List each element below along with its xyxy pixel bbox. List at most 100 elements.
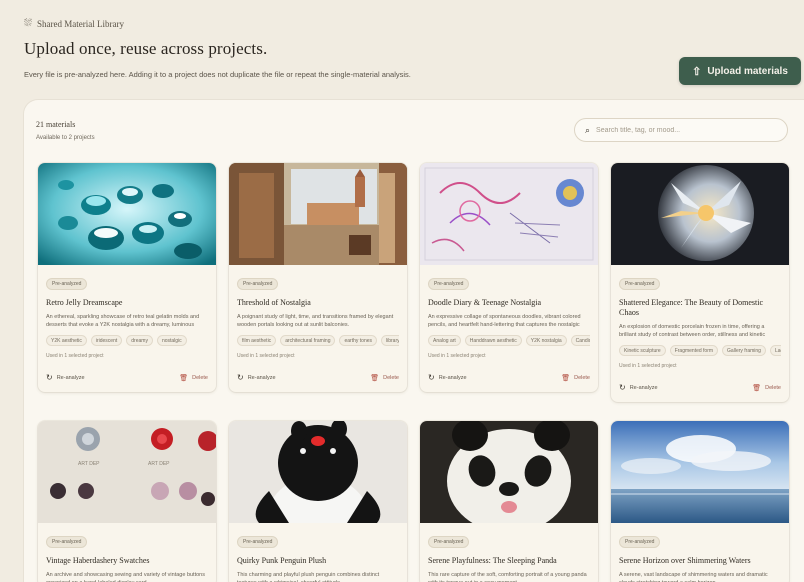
used-in-label: Used in 1 selected project — [428, 353, 486, 359]
search-input[interactable] — [596, 126, 767, 134]
tag: Lacquer — [769, 345, 781, 356]
tag: Handdrawn aesthetic — [464, 335, 522, 346]
status-badge: Pre-analyzed — [619, 278, 661, 290]
upload-icon: ⇧ — [692, 65, 702, 78]
search-box[interactable]: ⌕ — [574, 118, 788, 142]
search-icon: ⌕ — [585, 124, 591, 135]
tag: Fragmented form — [669, 345, 719, 356]
tag: earthy tones — [339, 335, 378, 346]
card-title: Quirky Punk Penguin Plush — [237, 556, 327, 565]
library-icon: ⛆ — [24, 18, 32, 29]
reanalyze-label: Re-analyze — [438, 374, 467, 381]
card-title: Doodle Diary & Teenage Nostalgia — [428, 298, 542, 307]
tag: iridescent — [90, 335, 123, 346]
material-card[interactable]: Pre-analyzed Retro Jelly Dreamscape An e… — [38, 163, 216, 392]
card-actions: ↻ Re-analyze 🗑 Delete — [237, 373, 399, 392]
upload-button-label: Upload materials — [707, 65, 788, 77]
card-description: A serene, vast landscape of shimmering w… — [619, 572, 768, 582]
tag: architectural framing — [280, 335, 336, 346]
status-badge: Pre-analyzed — [428, 278, 470, 290]
trash-icon: 🗑 — [752, 384, 762, 392]
material-card[interactable]: Pre-analyzed Shattered Elegance: The Bea… — [611, 163, 789, 402]
card-description: An expressive collage of spontaneous doo… — [428, 314, 581, 328]
page-title: Upload once, reuse across projects. — [24, 39, 268, 58]
reanalyze-label: Re-analyze — [629, 384, 658, 391]
refresh-icon: ↻ — [237, 373, 244, 382]
tag: Y2K nostalgia — [525, 335, 567, 346]
delete-button[interactable]: 🗑 Delete — [561, 374, 590, 382]
page-description: Every file is pre-analyzed here. Adding … — [24, 70, 411, 79]
svg-text:ART DEP: ART DEP — [148, 461, 170, 467]
delete-button[interactable]: 🗑 Delete — [179, 374, 208, 382]
refresh-icon: ↻ — [619, 383, 626, 392]
card-description: This rare capture of the soft, comfortin… — [428, 572, 587, 582]
trash-icon: 🗑 — [561, 374, 571, 382]
delete-button[interactable]: 🗑 Delete — [370, 374, 399, 382]
status-badge: Pre-analyzed — [237, 536, 279, 548]
tag: Analog art — [428, 335, 461, 346]
page-header: ⛆ Shared Material Library Upload once, r… — [24, 18, 624, 80]
eyebrow: ⛆ Shared Material Library — [24, 18, 624, 29]
material-card[interactable]: Pre-analyzed Serene Horizon over Shimmer… — [611, 421, 789, 582]
status-badge: Pre-analyzed — [428, 536, 470, 548]
card-description: An ethereal, sparkling showcase of retro… — [46, 314, 200, 328]
tag-list: Kinetic sculpture Fragmented form Galler… — [619, 345, 781, 356]
card-description: An explosion of domestic porcelain froze… — [619, 324, 766, 338]
tag: film aesthetic — [237, 335, 277, 346]
tag: Gallery framing — [722, 345, 766, 356]
reanalyze-label: Re-analyze — [247, 374, 276, 381]
card-actions: ↻ Re-analyze 🗑 Delete — [46, 373, 208, 392]
card-title: Serene Playfulness: The Sleeping Panda — [428, 556, 557, 565]
used-in-label: Used in 1 selected project — [237, 353, 295, 359]
used-in-label: Used in 1 selected project — [619, 363, 677, 369]
card-title: Vintage Haberdashery Swatches — [46, 556, 150, 565]
material-card[interactable]: Pre-analyzed Doodle Diary & Teenage Nost… — [420, 163, 598, 392]
delete-label: Delete — [765, 384, 781, 391]
tag: dreamy — [126, 335, 153, 346]
svg-text:ART DEP: ART DEP — [78, 461, 100, 467]
card-title: Retro Jelly Dreamscape — [46, 298, 123, 307]
material-card[interactable]: Pre-analyzed Quirky Punk Penguin Plush T… — [229, 421, 407, 582]
card-title: Serene Horizon over Shimmering Waters — [619, 556, 751, 565]
material-card[interactable]: Pre-analyzed Serene Playfulness: The Sle… — [420, 421, 598, 582]
reanalyze-button[interactable]: ↻ Re-analyze — [237, 373, 276, 382]
material-card[interactable]: ART DEP ART DEP Pre-analyzed Vintage Hab… — [38, 421, 216, 582]
delete-label: Delete — [383, 374, 399, 381]
status-badge: Pre-analyzed — [46, 278, 88, 290]
card-actions: ↻ Re-analyze 🗑 Delete — [619, 383, 781, 402]
tag-list: Y2K aesthetic iridescent dreamy nostalgi… — [46, 335, 208, 346]
card-thumbnail — [229, 421, 407, 523]
used-in-label: Used in 1 selected project — [46, 353, 104, 359]
card-title: Threshold of Nostalgia — [237, 298, 311, 307]
delete-label: Delete — [192, 374, 208, 381]
reanalyze-button[interactable]: ↻ Re-analyze — [428, 373, 467, 382]
materials-count: 21 materials — [36, 120, 76, 129]
tag: Y2K aesthetic — [46, 335, 87, 346]
tag-list: film aesthetic architectural framing ear… — [237, 335, 399, 346]
card-thumbnail — [229, 163, 407, 265]
upload-materials-button[interactable]: ⇧ Upload materials — [679, 57, 801, 85]
card-title: Shattered Elegance: The Beauty of Domest… — [619, 298, 764, 317]
card-description: This charming and playful plush penguin … — [237, 572, 380, 582]
refresh-icon: ↻ — [428, 373, 435, 382]
material-card[interactable]: Pre-analyzed Threshold of Nostalgia A po… — [229, 163, 407, 392]
card-thumbnail — [38, 163, 216, 265]
trash-icon: 🗑 — [370, 374, 380, 382]
trash-icon: 🗑 — [179, 374, 189, 382]
status-badge: Pre-analyzed — [46, 536, 88, 548]
eyebrow-label: Shared Material Library — [37, 18, 124, 29]
tag: nostalgic — [156, 335, 187, 346]
reanalyze-label: Re-analyze — [56, 374, 85, 381]
tag-list: Analog art Handdrawn aesthetic Y2K nosta… — [428, 335, 590, 346]
card-actions: ↻ Re-analyze 🗑 Delete — [428, 373, 590, 392]
status-badge: Pre-analyzed — [237, 278, 279, 290]
delete-button[interactable]: 🗑 Delete — [752, 384, 781, 392]
reanalyze-button[interactable]: ↻ Re-analyze — [46, 373, 85, 382]
card-thumbnail: ART DEP ART DEP — [38, 421, 216, 523]
card-thumbnail — [611, 421, 789, 523]
tag: Candid — [570, 335, 590, 346]
status-badge: Pre-analyzed — [619, 536, 661, 548]
reanalyze-button[interactable]: ↻ Re-analyze — [619, 383, 658, 392]
tag: Kinetic sculpture — [619, 345, 666, 356]
delete-label: Delete — [574, 374, 590, 381]
